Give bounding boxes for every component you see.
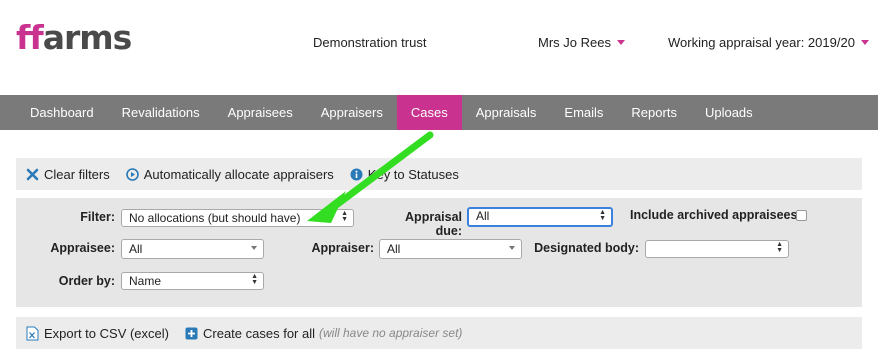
caret-down-icon	[860, 40, 869, 45]
main-nav: Dashboard Revalidations Appraisees Appra…	[0, 95, 878, 130]
nav-cases[interactable]: Cases	[396, 95, 462, 130]
appraisal-due-label: Appraisal due:	[405, 210, 462, 238]
appraisee-label: Appraisee:	[50, 241, 115, 255]
key-to-statuses-button[interactable]: Key to Statuses	[350, 167, 459, 182]
designated-body-label: Designated body:	[534, 241, 639, 255]
nav-appraisers[interactable]: Appraisers	[307, 95, 397, 130]
key-to-statuses-label: Key to Statuses	[367, 166, 459, 182]
user-name: Mrs Jo Rees	[538, 35, 611, 50]
close-icon	[26, 168, 39, 180]
clear-filters-label: Clear filters	[44, 166, 110, 182]
nav-uploads[interactable]: Uploads	[691, 95, 767, 130]
export-bar: Export to CSV (excel) Create cases for a…	[16, 317, 862, 349]
info-icon	[350, 168, 363, 180]
user-menu[interactable]: Mrs Jo Rees	[538, 35, 625, 50]
select-stepper-icon: ▲ ▼	[251, 273, 258, 286]
appraiser-label: Appraiser:	[311, 241, 374, 255]
nav-reports[interactable]: Reports	[617, 95, 691, 130]
case-actions-bar: Clear filters Automatically allocate app…	[16, 158, 862, 190]
organisation-name: Demonstration trust	[313, 35, 427, 50]
filter-label: Filter:	[80, 210, 115, 224]
play-circle-icon	[125, 167, 139, 181]
filter-select[interactable]: No allocations (but should have) ▲ ▼	[121, 209, 354, 227]
select-stepper-icon: ▲ ▼	[599, 209, 606, 222]
select-stepper-icon: ▲ ▼	[341, 210, 348, 223]
appraisal-year-menu[interactable]: Working appraisal year: 2019/20	[668, 35, 869, 50]
auto-allocate-label: Automatically allocate appraisers	[143, 166, 334, 182]
nav-appraisees[interactable]: Appraisees	[214, 95, 307, 130]
chevron-down-icon	[251, 246, 257, 250]
nav-emails[interactable]: Emails	[550, 95, 617, 130]
caret-down-icon	[616, 40, 625, 45]
include-archived-checkbox[interactable]	[796, 210, 807, 221]
clear-filters-button[interactable]: Clear filters	[26, 167, 110, 182]
include-archived-label: Include archived appraisees:	[630, 208, 802, 222]
auto-allocate-button[interactable]: Automatically allocate appraisers	[125, 166, 334, 182]
export-csv-button[interactable]: Export to CSV (excel)	[26, 326, 169, 341]
nav-appraisals[interactable]: Appraisals	[462, 95, 551, 130]
filters-panel: Filter: No allocations (but should have)…	[16, 198, 862, 307]
export-csv-label: Export to CSV (excel)	[44, 325, 169, 341]
ffarms-logo[interactable]: ffarms	[16, 18, 132, 58]
plus-square-icon	[185, 327, 198, 339]
designated-body-select[interactable]: ▲ ▼	[645, 240, 789, 258]
create-cases-hint: (will have no appraiser set)	[319, 326, 463, 340]
create-cases-button[interactable]: Create cases for all (will have no appra…	[185, 326, 462, 341]
chevron-down-icon	[509, 246, 515, 250]
nav-revalidations[interactable]: Revalidations	[108, 95, 214, 130]
create-cases-label: Create cases for all	[203, 325, 315, 341]
appraisal-due-select[interactable]: All ▲ ▼	[467, 207, 613, 227]
app-header: ffarms Demonstration trust Mrs Jo Rees W…	[0, 0, 878, 95]
appraiser-select[interactable]: All	[379, 239, 522, 259]
select-stepper-icon: ▲ ▼	[776, 241, 783, 254]
appraisal-year-label: Working appraisal year: 2019/20	[668, 35, 855, 50]
appraisee-select[interactable]: All	[121, 239, 264, 259]
excel-file-icon	[26, 326, 39, 340]
order-by-select[interactable]: Name ▲ ▼	[121, 272, 264, 290]
order-by-label: Order by:	[58, 274, 115, 288]
nav-dashboard[interactable]: Dashboard	[0, 95, 108, 130]
